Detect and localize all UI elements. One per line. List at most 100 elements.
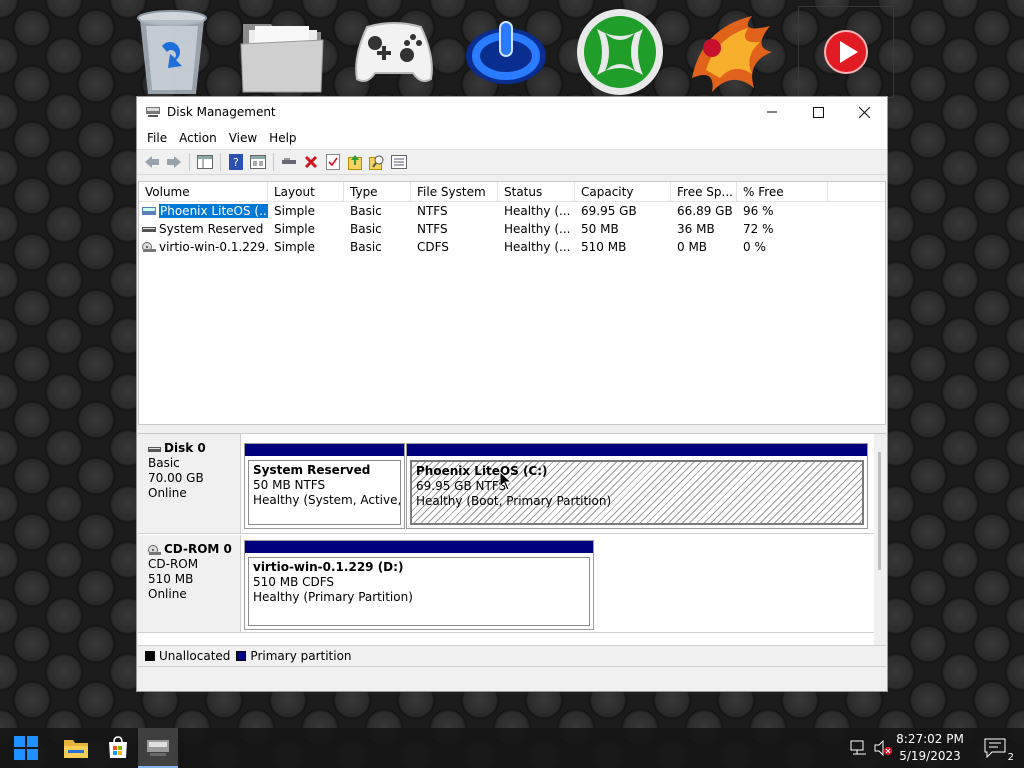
volume-name: virtio-win-0.1.229... [159,240,268,254]
column-header-type[interactable]: Type [344,182,411,202]
menu-view[interactable]: View [223,131,263,145]
start-icon [14,736,38,760]
console-tree-button[interactable] [194,151,216,173]
column-header-file-system[interactable]: File System [411,182,498,202]
disk-graphical-view[interactable]: Disk 0 Basic 70.00 GB Online System Rese… [138,433,886,646]
partition-system-reserved[interactable]: System Reserved 50 MB NTFS Healthy (Syst… [244,443,405,529]
back-button[interactable] [141,151,163,173]
forward-button[interactable] [163,151,185,173]
volume-list[interactable]: Volume Layout Type File System Status Ca… [138,181,886,425]
close-button[interactable] [841,97,887,127]
disk-size: 70.00 GB [148,471,204,485]
disk-size: 510 MB [148,572,194,586]
network-tray[interactable] [848,728,870,768]
partition-status: Healthy (System, Active, Pri [253,493,401,507]
volume-layout: Simple [274,222,315,236]
column-header-capacity[interactable]: Capacity [575,182,671,202]
xbox-icon[interactable] [572,6,668,98]
volume-status: Healthy (... [504,222,571,236]
help-button[interactable]: ? [225,151,247,173]
file-explorer-button[interactable] [56,728,96,768]
menu-help[interactable]: Help [263,131,302,145]
hard-disk-icon [148,446,161,452]
gamepad-icon[interactable] [346,6,442,98]
volume-status: Healthy (... [504,204,571,218]
column-header-percent-free[interactable]: % Free [737,182,828,202]
disk-state: Online [148,486,187,500]
disk-label[interactable]: Disk 0 Basic 70.00 GB Online [138,434,241,533]
menu-action[interactable]: Action [173,131,223,145]
volume-type: Basic [350,204,382,218]
menu-file[interactable]: File [141,131,173,145]
system-clock[interactable]: 8:27:02 PM 5/19/2023 [894,731,966,765]
volume-row[interactable]: System Reserved Simple Basic NTFS Health… [139,220,885,238]
column-headers: Volume Layout Type File System Status Ca… [139,182,885,202]
console-tree-icon [197,155,213,169]
partition-bar [245,541,593,553]
back-icon [145,156,159,168]
column-header-layout[interactable]: Layout [268,182,344,202]
partition-detail: 69.95 GB NTFS [416,479,507,493]
volume-layout: Simple [274,240,315,254]
notification-icon [984,738,1006,759]
disk-management-icon [146,107,160,117]
check-icon [326,154,340,170]
scrollbar-thumb[interactable] [878,452,881,570]
store-button[interactable] [98,728,138,768]
list-button[interactable] [388,151,410,173]
legend-swatch-unallocated [145,651,155,661]
check-button[interactable] [322,151,344,173]
play-icon[interactable] [798,6,894,98]
properties-button[interactable] [247,151,269,173]
minimize-button[interactable] [749,97,795,127]
volume-layout: Simple [274,204,315,218]
title-bar[interactable]: Disk Management [137,97,887,127]
disk-label[interactable]: CD-ROM 0 CD-ROM 510 MB Online [138,535,241,632]
disk-management-icon [147,740,169,756]
partition-detail: 510 MB CDFS [253,575,335,589]
disk-state: Online [148,587,187,601]
volume-type: Basic [350,240,382,254]
close-icon [858,106,870,118]
notification-center-button[interactable]: 2 [984,738,1014,763]
volume-row[interactable]: Phoenix LiteOS (... Simple Basic NTFS He… [139,202,885,220]
volume-tray[interactable] [872,728,894,768]
cd-drive-icon [148,544,161,555]
help-icon: ? [229,154,243,170]
clock-time: 8:27:02 PM [896,732,964,746]
volume-free-space: 66.89 GB [677,204,733,218]
partition-virtio-win[interactable]: virtio-win-0.1.229 (D:) 510 MB CDFS Heal… [244,540,594,630]
disk-management-taskbar-button[interactable] [138,728,178,768]
search-button[interactable] [366,151,388,173]
partition-phoenix-liteos[interactable]: Phoenix LiteOS (C:) 69.95 GB NTFS Health… [406,443,868,529]
power-icon[interactable] [458,6,554,98]
toolbar-separator [220,153,221,171]
partition-name: virtio-win-0.1.229 (D:) [253,560,404,574]
delete-button[interactable] [300,151,322,173]
phoenix-icon[interactable] [682,6,778,98]
search-icon [369,155,384,170]
legend-label: Primary partition [250,649,352,663]
folder-icon[interactable] [234,6,330,98]
column-header-free-space[interactable]: Free Sp... [671,182,737,202]
partition-detail: 50 MB NTFS [253,478,326,492]
volume-row[interactable]: virtio-win-0.1.229... Simple Basic CDFS … [139,238,885,256]
disk-name: Disk 0 [164,441,206,455]
volume-file-system: NTFS [417,222,448,236]
connect-button[interactable] [278,151,300,173]
volume-percent-free: 0 % [743,240,766,254]
delete-icon [304,155,318,169]
volume-capacity: 50 MB [581,222,619,236]
properties-icon [250,155,266,169]
network-icon [850,740,866,755]
column-header-volume[interactable]: Volume [139,182,268,202]
import-button[interactable] [344,151,366,173]
disk-kind: CD-ROM [148,557,199,571]
volume-free-space: 36 MB [677,222,715,236]
column-header-status[interactable]: Status [498,182,575,202]
recycle-bin-icon[interactable] [124,6,220,98]
vertical-scrollbar[interactable] [874,434,886,646]
forward-icon [167,156,181,168]
maximize-button[interactable] [795,97,841,127]
start-button[interactable] [6,728,46,768]
